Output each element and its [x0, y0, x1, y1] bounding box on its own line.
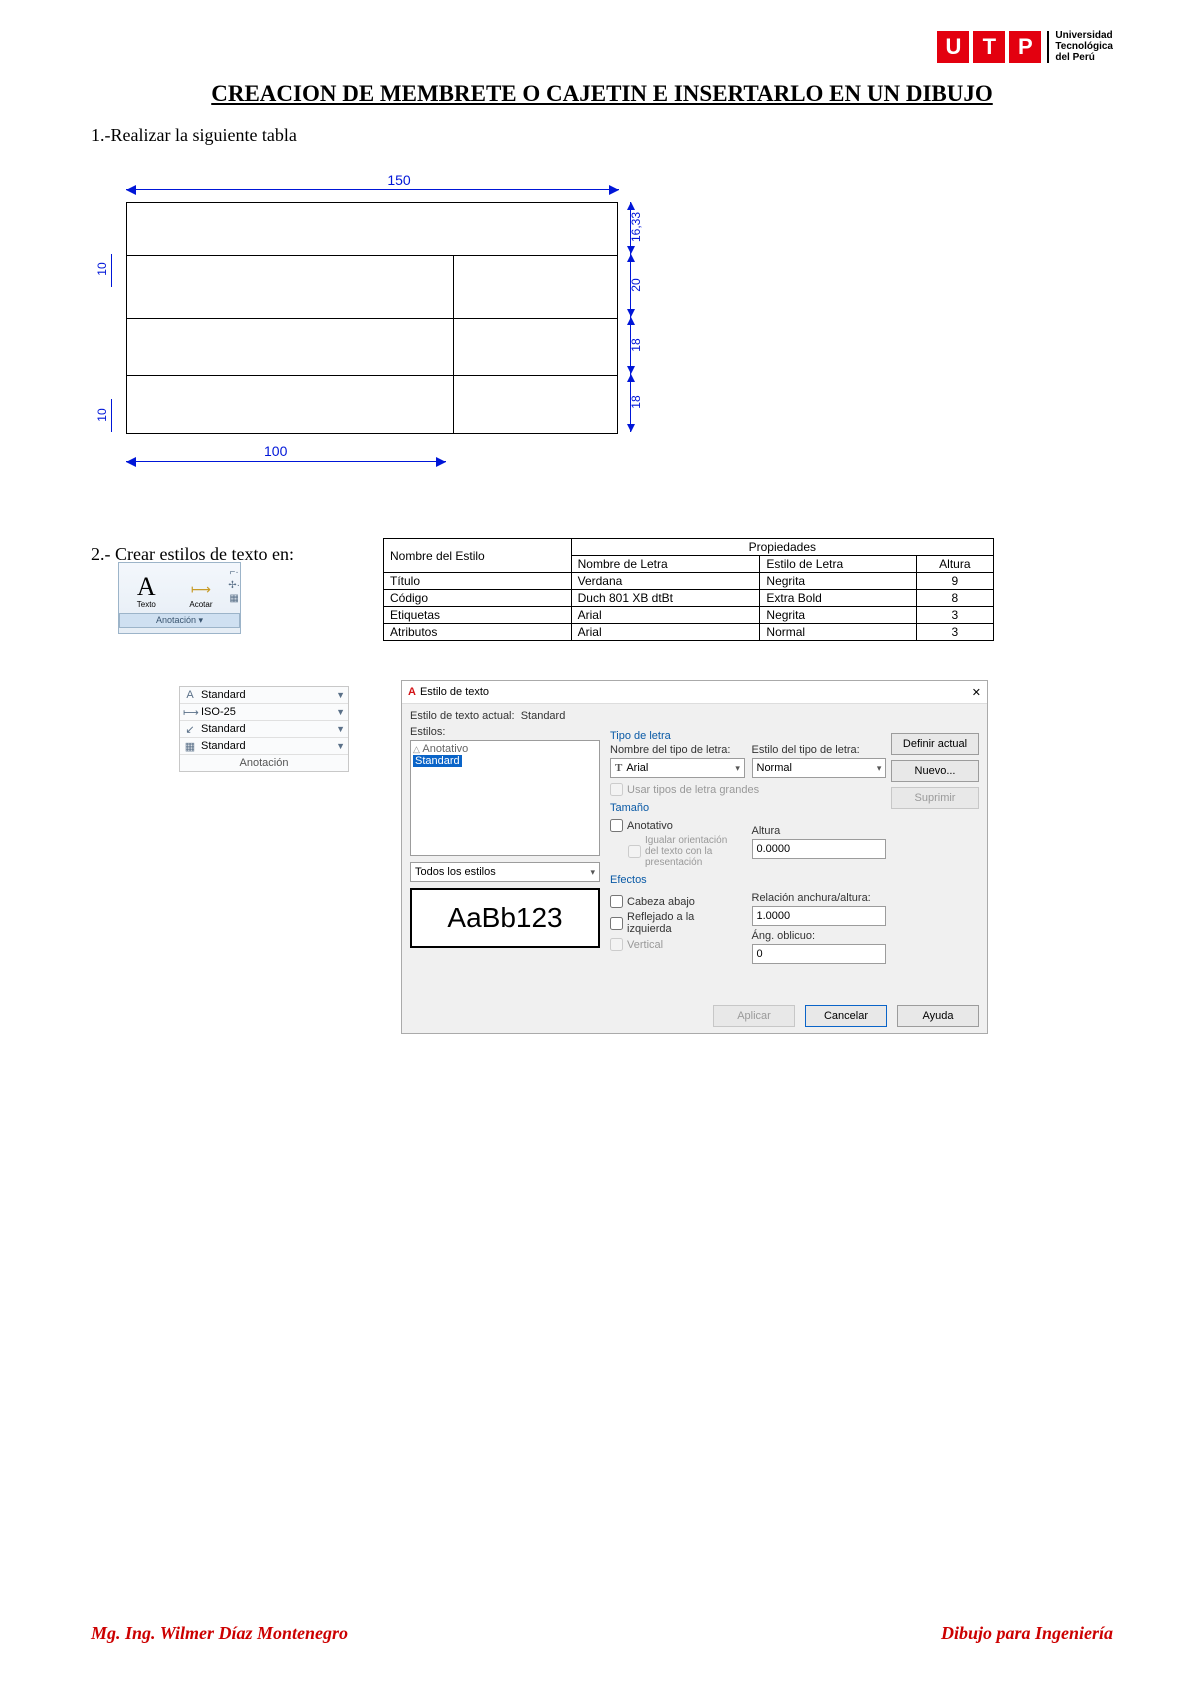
title-block-drawing: 150 16,33 20 18 18 10 10 100 — [109, 172, 619, 472]
dim-style-icon: ⟼ — [183, 706, 197, 719]
dimension-icon: ⟼ — [191, 581, 211, 598]
dim-r4: 18 — [629, 387, 643, 417]
styles-listbox[interactable]: Anotativo Standard — [410, 740, 600, 856]
oblique-angle-input[interactable]: 0 — [752, 944, 887, 964]
col-fontstyle: Estilo de Letra — [760, 556, 916, 573]
text-style-dialog: A Estilo de texto ✕ Definir actual Nuevo… — [401, 680, 988, 1034]
list-item[interactable]: Anotativo — [413, 743, 597, 755]
width-factor-input[interactable]: 1.0000 — [752, 906, 887, 926]
table-style-picker[interactable]: ▦Standard▼ — [180, 738, 348, 755]
annotative-checkbox[interactable]: Anotativo — [610, 819, 742, 832]
col-stylename: Nombre del Estilo — [384, 539, 572, 573]
centerline-icon: ✢· — [228, 580, 240, 591]
col-height: Altura — [916, 556, 993, 573]
text-style-icon: A — [183, 689, 197, 701]
table-row: Atributos Arial Normal 3 — [384, 624, 994, 641]
close-button[interactable]: ✕ — [972, 686, 981, 699]
group-effects: Efectos — [610, 874, 883, 886]
footer-course: Dibujo para Ingeniería — [941, 1623, 1113, 1644]
step-1-text: 1.-Realizar la siguiente tabla — [91, 125, 297, 146]
annotation-panel-dropdown[interactable]: Anotación — [119, 613, 240, 628]
table-style-icon: ▦ — [183, 740, 197, 753]
font-style-dropdown[interactable]: Normal — [752, 758, 887, 778]
list-item-selected[interactable]: Standard — [413, 755, 462, 767]
table-row: Código Duch 801 XB dtBt Extra Bold 8 — [384, 590, 994, 607]
dim-r1: 16,33 — [629, 212, 643, 242]
annotation-ribbon-panel: A Texto ⟼ Acotar ⌐· ✢· ▦ Anotación — [118, 562, 241, 634]
logo-letter: U — [937, 31, 969, 63]
delete-button[interactable]: Suprimir — [891, 787, 979, 809]
table-row: Título Verdana Negrita 9 — [384, 573, 994, 590]
new-button[interactable]: Nuevo... — [891, 760, 979, 782]
backwards-checkbox[interactable]: Reflejado a la izquierda — [610, 911, 742, 935]
logo-subtitle: Universidad — [1055, 30, 1113, 41]
autocad-a-icon: A — [408, 686, 416, 698]
dim-r2: 20 — [629, 270, 643, 300]
dimension-tool-button[interactable]: ⟼ Acotar — [174, 563, 229, 611]
col-properties: Propiedades — [571, 539, 993, 556]
logo-letter: T — [973, 31, 1005, 63]
truetype-icon: T — [615, 762, 622, 774]
annotation-extra-tools[interactable]: ⌐· ✢· ▦ — [228, 563, 240, 611]
group-font: Tipo de letra — [610, 730, 883, 742]
font-name-dropdown[interactable]: TArial — [610, 758, 745, 778]
logo-subtitle: Tecnológica — [1055, 41, 1113, 52]
table-row: Etiquetas Arial Negrita 3 — [384, 607, 994, 624]
leader-icon: ⌐· — [230, 567, 239, 578]
annotation-style-pickers: AStandard▼ ⟼ISO-25▼ ↙Standard▼ ▦Standard… — [179, 686, 349, 772]
dim-left-top: 10 — [95, 254, 109, 284]
styles-label: Estilos: — [410, 726, 600, 738]
help-button[interactable]: Ayuda — [897, 1005, 979, 1027]
set-current-button[interactable]: Definir actual — [891, 733, 979, 755]
apply-button[interactable]: Aplicar — [713, 1005, 795, 1027]
big-font-checkbox: Usar tipos de letra grandes — [610, 783, 883, 796]
footer-author: Mg. Ing. Wilmer Díaz Montenegro — [91, 1623, 348, 1644]
cancel-button[interactable]: Cancelar — [805, 1005, 887, 1027]
text-style-picker[interactable]: AStandard▼ — [180, 687, 348, 704]
text-icon: A — [137, 576, 156, 598]
utp-logo: U T P Universidad Tecnológica del Perú — [937, 30, 1113, 63]
dim-bottom: 100 — [264, 443, 287, 459]
table-icon: ▦ — [229, 593, 238, 604]
dim-left-bot: 10 — [95, 400, 109, 430]
logo-subtitle: del Perú — [1055, 52, 1113, 63]
dialog-title: Estilo de texto — [420, 686, 489, 698]
match-orientation-checkbox: Igualar orientación del texto con la pre… — [610, 835, 742, 868]
text-tool-button[interactable]: A Texto — [119, 563, 174, 611]
preview-box: AaBb123 — [410, 888, 600, 948]
text-style-properties-table: Nombre del Estilo Propiedades Nombre de … — [383, 538, 994, 641]
panel-footer: Anotación — [180, 755, 348, 771]
page-title: CREACION DE MEMBRETE O CAJETIN E INSERTA… — [91, 81, 1113, 107]
dim-r3: 18 — [629, 330, 643, 360]
group-size: Tamaño — [610, 802, 883, 814]
col-fontname: Nombre de Letra — [571, 556, 760, 573]
height-input[interactable]: 0.0000 — [752, 839, 887, 859]
logo-letter: P — [1009, 31, 1041, 63]
upside-down-checkbox[interactable]: Cabeza abajo — [610, 895, 742, 908]
dim-top: 150 — [299, 172, 499, 188]
style-filter-dropdown[interactable]: Todos los estilos — [410, 862, 600, 882]
mleader-style-icon: ↙ — [183, 723, 197, 736]
mleader-style-picker[interactable]: ↙Standard▼ — [180, 721, 348, 738]
dim-style-picker[interactable]: ⟼ISO-25▼ — [180, 704, 348, 721]
vertical-checkbox: Vertical — [610, 938, 742, 951]
